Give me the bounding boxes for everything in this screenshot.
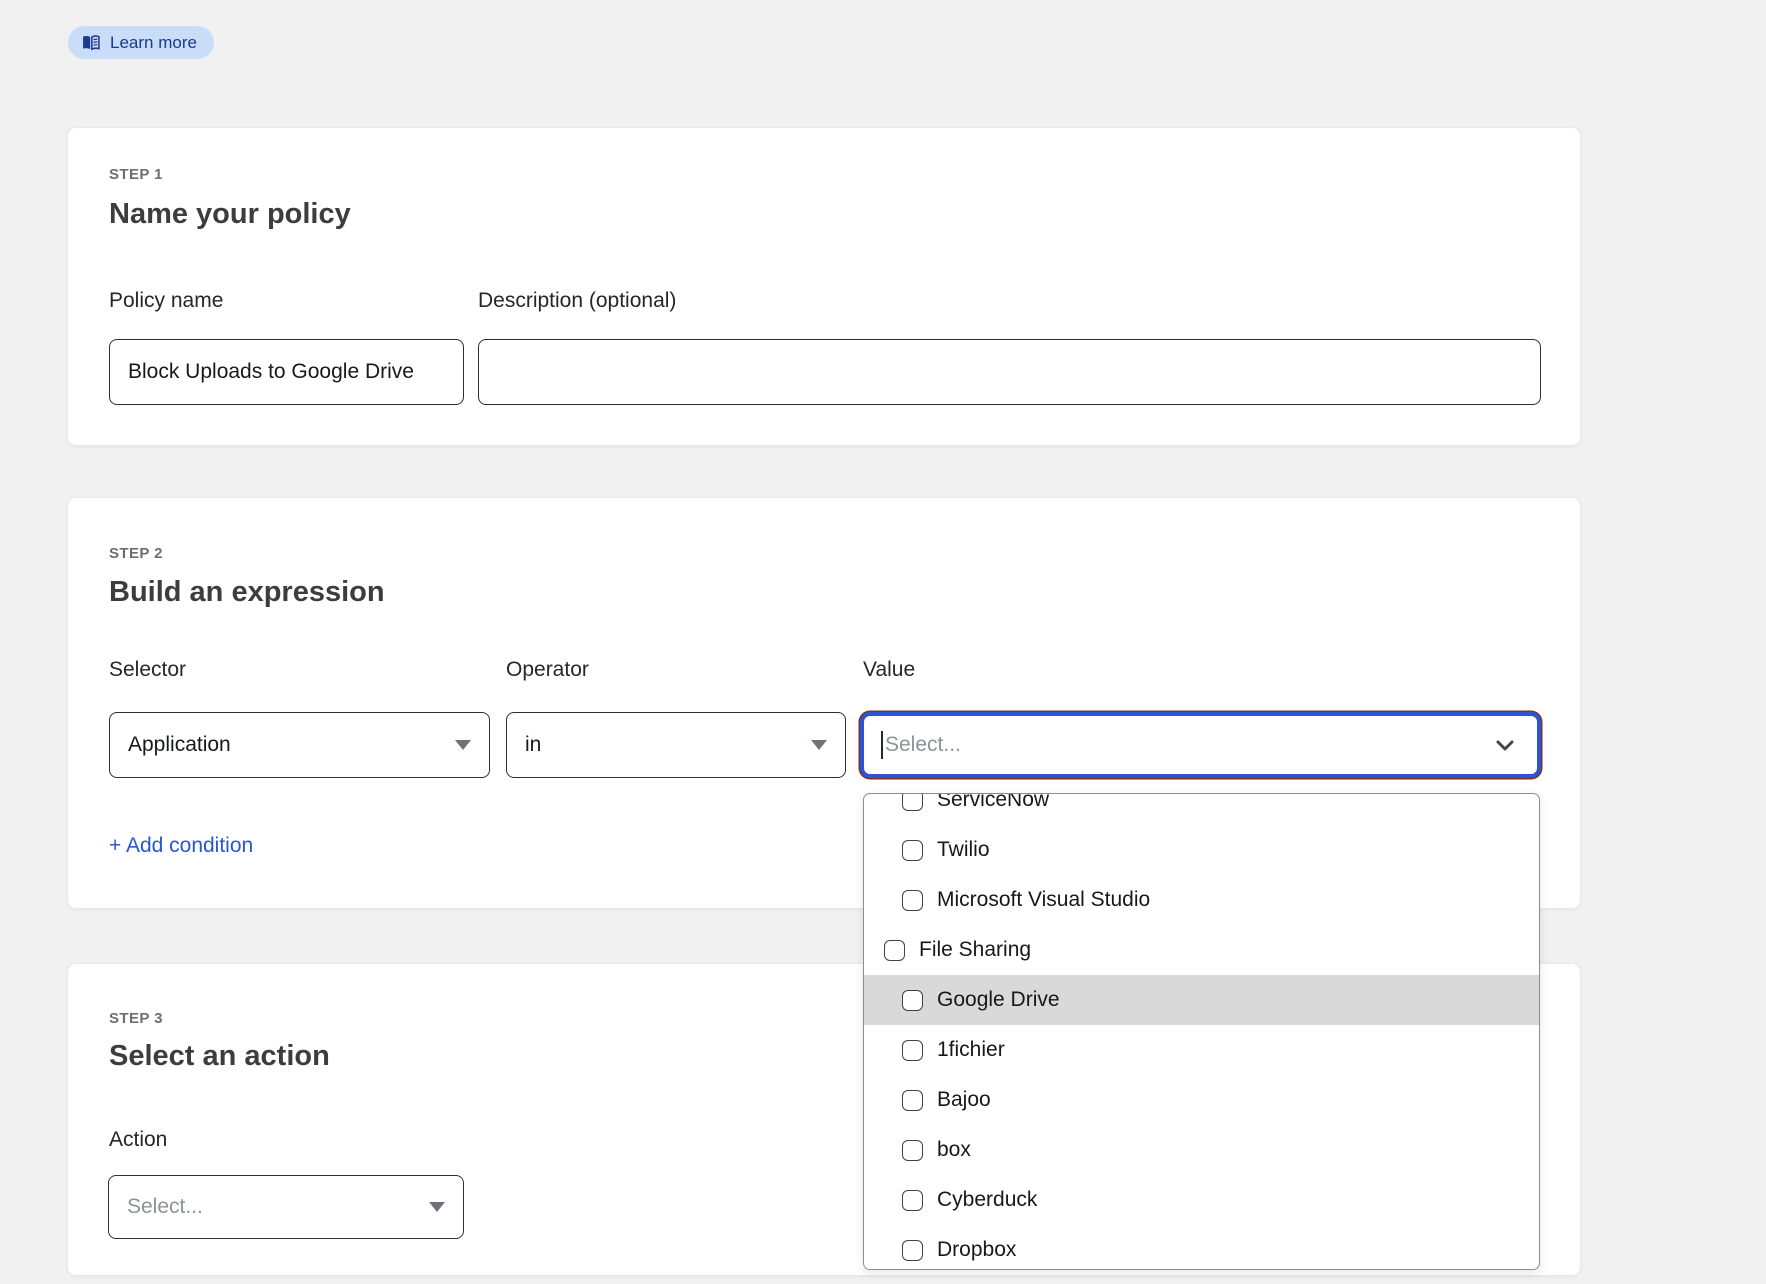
- checkbox[interactable]: [902, 890, 923, 911]
- dropdown-item-label: 1fichier: [937, 1038, 1005, 1062]
- dropdown-item-cyberduck[interactable]: Cyberduck: [864, 1175, 1539, 1225]
- dropdown-item-twilio[interactable]: Twilio: [864, 825, 1539, 875]
- learn-more-label: Learn more: [110, 33, 197, 53]
- dropdown-item-box[interactable]: box: [864, 1125, 1539, 1175]
- dropdown-item-label: Bajoo: [937, 1088, 991, 1112]
- checkbox[interactable]: [902, 840, 923, 861]
- operator-label: Operator: [506, 658, 589, 682]
- dropdown-item-label: ServiceNow: [937, 793, 1049, 812]
- dropdown-item-label: Twilio: [937, 838, 990, 862]
- dropdown-item-1fichier[interactable]: 1fichier: [864, 1025, 1539, 1075]
- checkbox[interactable]: [902, 990, 923, 1011]
- checkbox[interactable]: [902, 1040, 923, 1061]
- selector-select-value: Application: [128, 733, 231, 757]
- operator-select[interactable]: in: [506, 712, 846, 778]
- value-combobox[interactable]: Select...: [860, 712, 1541, 778]
- learn-more-button[interactable]: Learn more: [68, 26, 214, 59]
- text-cursor: [881, 731, 883, 759]
- step1-card: STEP 1 Name your policy Policy name Desc…: [67, 127, 1581, 446]
- operator-select-value: in: [525, 733, 541, 757]
- book-icon: [81, 33, 101, 53]
- dropdown-item-file-sharing[interactable]: File Sharing: [864, 925, 1539, 975]
- dropdown-item-servicenow[interactable]: ServiceNow: [864, 793, 1539, 825]
- step2-title: Build an expression: [109, 576, 385, 609]
- dropdown-item-label: File Sharing: [919, 938, 1031, 962]
- value-label: Value: [863, 658, 915, 682]
- step3-title: Select an action: [109, 1040, 330, 1073]
- step3-label: STEP 3: [109, 1010, 163, 1027]
- dropdown-item-bajoo[interactable]: Bajoo: [864, 1075, 1539, 1125]
- step2-label: STEP 2: [109, 545, 163, 562]
- dropdown-item-microsoft-visual-studio[interactable]: Microsoft Visual Studio: [864, 875, 1539, 925]
- policy-name-label: Policy name: [109, 289, 223, 313]
- dropdown-item-label: box: [937, 1138, 971, 1162]
- dropdown-triangle-icon: [811, 740, 827, 750]
- action-select[interactable]: Select...: [108, 1175, 464, 1239]
- selector-select[interactable]: Application: [109, 712, 490, 778]
- checkbox[interactable]: [902, 1140, 923, 1161]
- dropdown-item-google-drive[interactable]: Google Drive: [864, 975, 1539, 1025]
- value-placeholder: Select...: [885, 733, 961, 757]
- checkbox[interactable]: [884, 940, 905, 961]
- value-dropdown-panel: ServiceNow Twilio Microsoft Visual Studi…: [863, 793, 1540, 1270]
- dropdown-item-label: Google Drive: [937, 988, 1060, 1012]
- value-dropdown-list: ServiceNow Twilio Microsoft Visual Studi…: [864, 793, 1539, 1270]
- checkbox[interactable]: [902, 1240, 923, 1261]
- dropdown-triangle-icon: [429, 1202, 445, 1212]
- checkbox[interactable]: [902, 1190, 923, 1211]
- dropdown-item-dropbox[interactable]: Dropbox: [864, 1225, 1539, 1270]
- description-label: Description (optional): [478, 289, 676, 313]
- action-select-placeholder: Select...: [127, 1195, 203, 1219]
- dropdown-item-label: Dropbox: [937, 1238, 1016, 1262]
- description-input[interactable]: [478, 339, 1541, 405]
- checkbox[interactable]: [902, 1090, 923, 1111]
- selector-label: Selector: [109, 658, 186, 682]
- dropdown-item-label: Microsoft Visual Studio: [937, 888, 1150, 912]
- add-condition-link[interactable]: + Add condition: [109, 834, 253, 858]
- chevron-down-icon: [1493, 733, 1517, 757]
- dropdown-triangle-icon: [455, 740, 471, 750]
- action-label: Action: [109, 1128, 167, 1152]
- step1-title: Name your policy: [109, 198, 351, 231]
- step1-label: STEP 1: [109, 166, 163, 183]
- policy-name-input[interactable]: [109, 339, 464, 405]
- dropdown-item-label: Cyberduck: [937, 1188, 1037, 1212]
- checkbox[interactable]: [902, 793, 923, 811]
